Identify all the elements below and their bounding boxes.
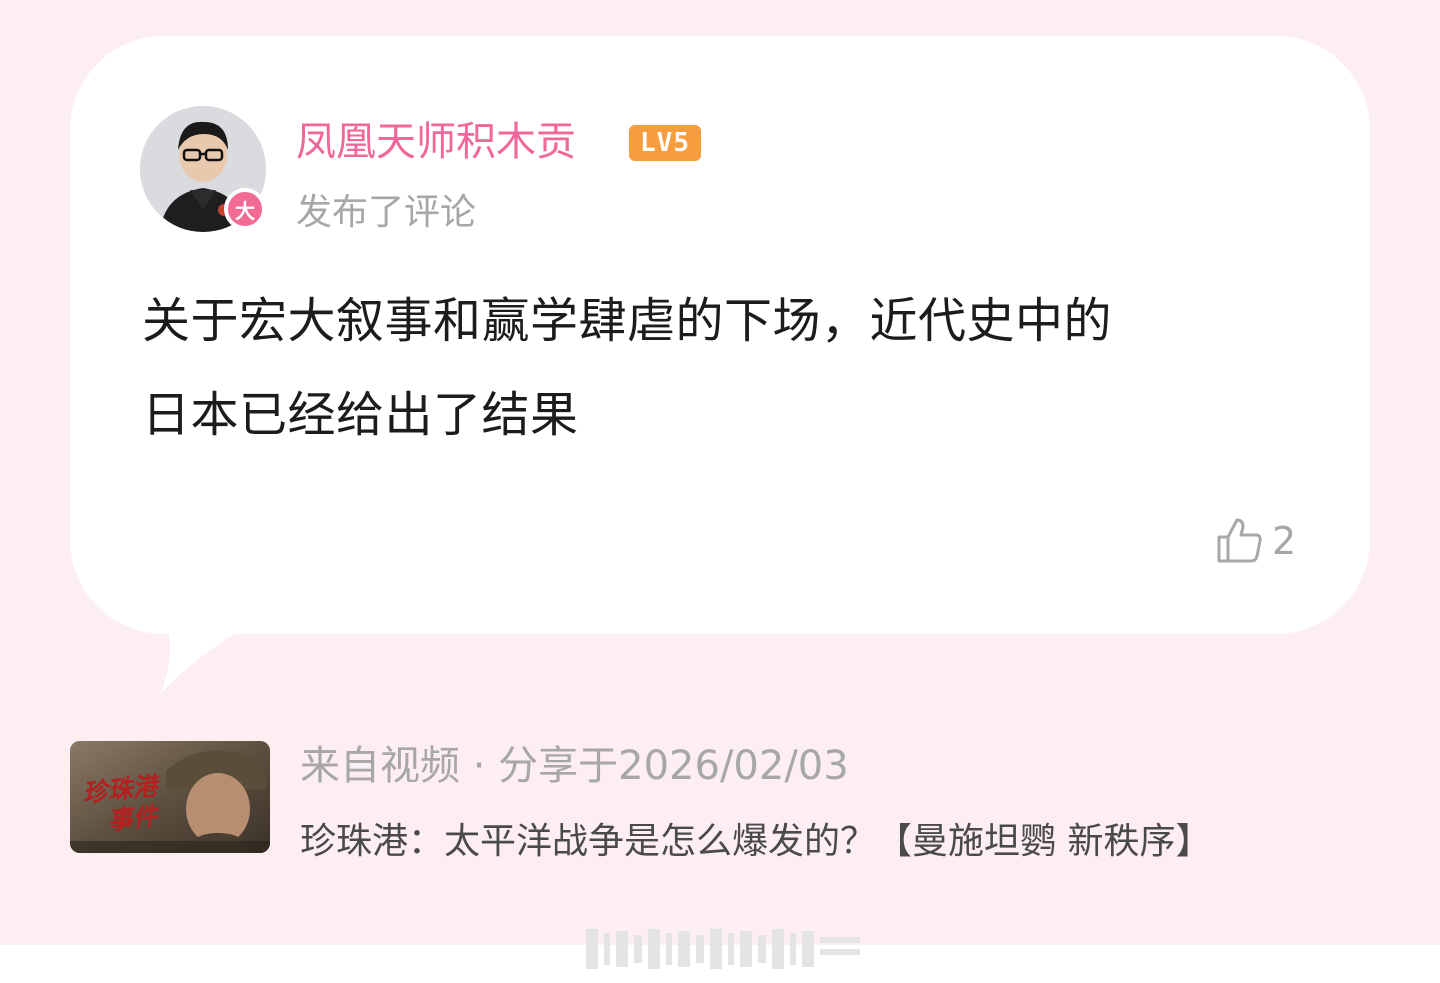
watermark-barcode [586,929,860,969]
source-meta: 来自视频 · 分享于2026/02/03 [300,743,849,789]
comment-line-1: 关于宏大叙事和赢学肆虐的下场，近代史中的 [142,293,1113,349]
like-button[interactable]: 2 [1214,511,1296,571]
source-video[interactable]: 珍珠港 事件 来自视频 · 分享于2026/02/03 珍珠港：太平洋战争是怎么… [70,740,1370,862]
level-badge: LV5 [629,125,701,161]
username[interactable]: 凤凰天师积木贡 [296,114,576,170]
user-verified-badge: 大 [224,188,266,230]
video-thumbnail[interactable]: 珍珠港 事件 [70,741,270,853]
source-video-title[interactable]: 珍珠港：太平洋战争是怎么爆发的？【曼施坦鹦 新秩序】 [300,818,1211,866]
thumbnail-title: 珍珠港 事件 [81,771,159,836]
comment-line-2: 日本已经给出了结果 [142,387,579,443]
action-text: 发布了评论 [296,192,477,233]
like-count: 2 [1272,519,1297,563]
thumbs-up-icon [1217,518,1262,563]
comment-text: 关于宏大叙事和赢学肆虐的下场，近代史中的 日本已经给出了结果 [142,274,1302,462]
share-card: 大 凤凰天师积木贡 LV5 发布了评论 关于宏大叙事和赢学肆虐的下场，近代史中的… [0,0,1440,945]
